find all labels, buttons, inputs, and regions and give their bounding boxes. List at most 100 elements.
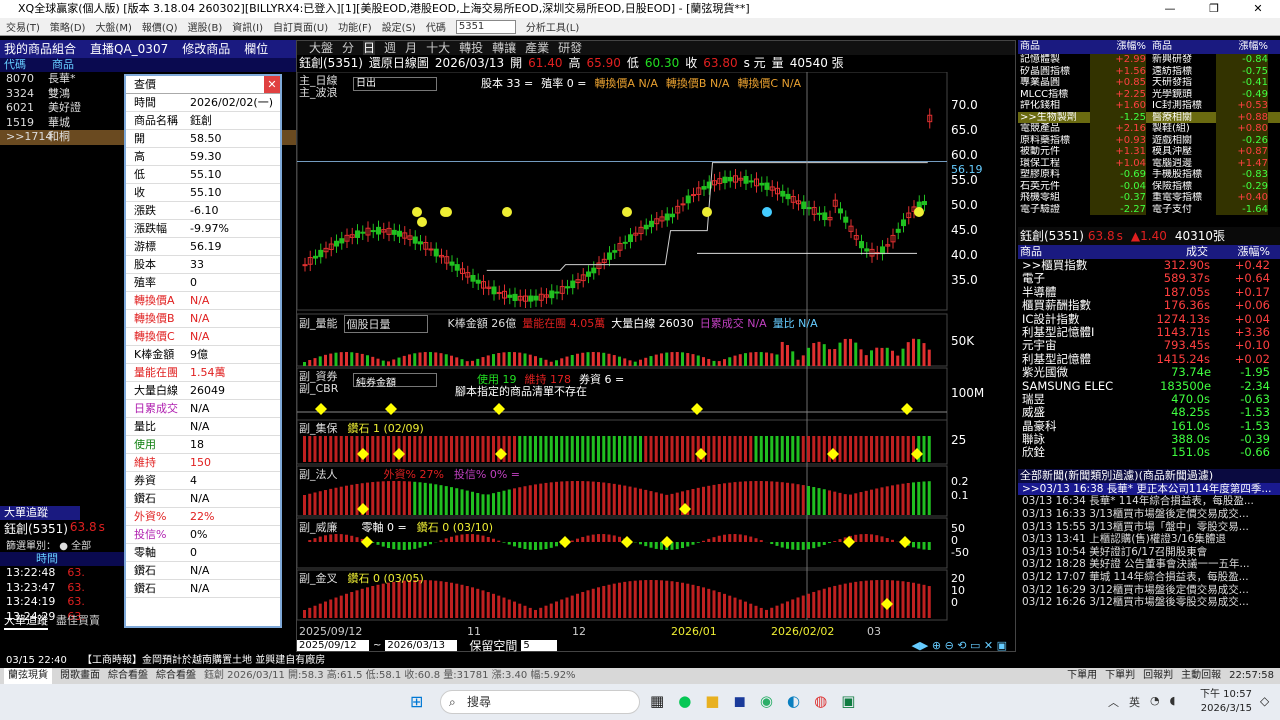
- search-box[interactable]: ⌕ 搜尋: [440, 690, 640, 714]
- sector-row[interactable]: SAMSUNG ELEC 183500 e -2.34: [1018, 379, 1280, 393]
- quote-row[interactable]: 塑膠原料 -0.69 手機股指標 -0.83: [1018, 169, 1280, 181]
- quote-row[interactable]: 原料藥指標 +0.93 遊戲相關 -0.26: [1018, 134, 1280, 146]
- sector-row[interactable]: 利基型記憶體I 1143.71 s +3.36: [1018, 325, 1280, 339]
- portfolio-selector[interactable]: 直播QA_0307: [90, 40, 168, 58]
- columns-button[interactable]: 欄位: [244, 40, 268, 58]
- sector-row[interactable]: 欣銓 151.0 s -0.66: [1018, 446, 1280, 460]
- news-item[interactable]: 03/12 18:28 美好證 公告董事會決議一一五年...: [1018, 558, 1280, 571]
- quote-row[interactable]: 專業晶圓 +0.85 天研發指 -0.41: [1018, 77, 1280, 89]
- maximize-button[interactable]: ❐: [1192, 0, 1236, 18]
- active-report-button[interactable]: 主動回報: [1181, 668, 1221, 684]
- menu-info[interactable]: 資訊(I): [232, 19, 263, 34]
- margin-select[interactable]: 純券金額: [353, 373, 437, 389]
- sector-row[interactable]: IC設計指數 1274.13 s +0.04: [1018, 312, 1280, 326]
- sector-row[interactable]: 聯詠 388.0 s -0.39: [1018, 432, 1280, 446]
- period-select[interactable]: 日出: [353, 77, 437, 91]
- quote-row[interactable]: 飛機零組 -0.37 重電零指標 +0.40: [1018, 192, 1280, 204]
- tab-week[interactable]: 週: [384, 41, 396, 55]
- chart-canvas[interactable]: [297, 72, 1015, 652]
- tab-day[interactable]: 日: [363, 41, 376, 55]
- tab-invest[interactable]: 轉投: [459, 41, 483, 55]
- sector-row[interactable]: >>櫃買指數 312.90 s +0.42: [1018, 258, 1280, 272]
- tab-industry[interactable]: 產業: [525, 41, 549, 55]
- sector-row[interactable]: 櫃買薪酬指數 176.36 s +0.06: [1018, 298, 1280, 312]
- chevron-up-icon[interactable]: ︿: [1108, 694, 1119, 710]
- sector-row[interactable]: 半導體 187.05 s +0.17: [1018, 285, 1280, 299]
- news-item[interactable]: 03/12 16:29 3/12櫃買市場盤後定價交易成交...: [1018, 584, 1280, 597]
- news-item[interactable]: 03/13 16:34 長華* 114年綜合損益表，每股盈...: [1018, 495, 1280, 508]
- close-icon[interactable]: ✕: [264, 76, 280, 93]
- excel-icon[interactable]: ▣: [841, 692, 855, 710]
- quote-row[interactable]: >>生物製劑 -1.25 醫療相關 +0.88: [1018, 111, 1280, 123]
- news-ticker[interactable]: 03/15 22:40 【工商時報】金岡預計於越南購置土地 並興建自有廠房: [0, 654, 1280, 668]
- symbol-input[interactable]: 5351: [455, 19, 516, 34]
- news-item[interactable]: 03/13 16:33 3/13櫃買市場盤後定價交易成交...: [1018, 508, 1280, 521]
- menu-custom[interactable]: 自訂頁面(U): [273, 19, 328, 34]
- sector-row[interactable]: 晶豪科 161.0 s -1.53: [1018, 419, 1280, 433]
- quote-row[interactable]: 石英元件 -0.04 保險指標 -0.29: [1018, 180, 1280, 192]
- tab-big-order[interactable]: 大單追蹤: [4, 612, 48, 630]
- quote-row[interactable]: 環保工程 +1.04 電腦週邊 +1.47: [1018, 157, 1280, 169]
- notification-icon[interactable]: ◇: [1260, 694, 1269, 708]
- tab-index[interactable]: 大盤: [309, 41, 333, 55]
- news-item[interactable]: 03/13 13:41 上櫃認購(售)權證3/16集體退: [1018, 533, 1280, 546]
- order-button[interactable]: 下單用: [1067, 668, 1097, 684]
- sector-row[interactable]: 元宇宙 793.45 s +0.10: [1018, 338, 1280, 352]
- page-tab[interactable]: 綜合看盤: [156, 668, 196, 684]
- menu-strategy[interactable]: 策略(D): [50, 19, 86, 34]
- menu-trade[interactable]: 交易(T): [6, 19, 40, 34]
- sector-row[interactable]: 電子 589.37 s +0.64: [1018, 271, 1280, 285]
- page-tab[interactable]: 蘭弦現貨: [4, 668, 52, 684]
- folder-icon[interactable]: ■: [705, 692, 719, 710]
- quote-row[interactable]: MLCC指標 +2.25 光學鏡頭 -0.49: [1018, 88, 1280, 100]
- news-item[interactable]: 03/13 15:55 3/13櫃買市場「盤中」零股交易...: [1018, 521, 1280, 534]
- menu-market[interactable]: 大盤(M): [95, 19, 131, 34]
- quote-row[interactable]: 記憶體製 +2.99 新興研發 -0.84: [1018, 54, 1280, 66]
- menu-function[interactable]: 功能(F): [338, 19, 372, 34]
- to-date[interactable]: 2026/03/13: [385, 639, 458, 651]
- report-button[interactable]: 回報判: [1143, 668, 1173, 684]
- ime-indicator[interactable]: 英: [1129, 694, 1140, 710]
- xq-app-icon[interactable]: ◼: [733, 692, 745, 710]
- page-tab[interactable]: 閱歌畫面: [60, 668, 100, 684]
- news-item[interactable]: 03/12 17:07 華城 114年綜合損益表，每股盈...: [1018, 571, 1280, 584]
- tab-transfer[interactable]: 轉讓: [492, 41, 516, 55]
- file-explorer-icon[interactable]: ▦: [650, 692, 664, 710]
- zoom-controls-icon[interactable]: ◀▶ ⊕ ⊖ ⟲ ▭ ✕ ▣: [911, 639, 1015, 652]
- line-app-icon[interactable]: ●: [678, 692, 691, 710]
- minimize-button[interactable]: —: [1148, 0, 1192, 18]
- quote-row[interactable]: 電競產品 +2.16 製鞋(組) +0.80: [1018, 123, 1280, 135]
- sector-row[interactable]: 威盛 48.25 s -1.53: [1018, 405, 1280, 419]
- from-date[interactable]: 2025/09/12: [297, 639, 369, 651]
- windows-start-icon[interactable]: ⊞: [410, 692, 423, 711]
- news-item[interactable]: 03/12 16:26 3/12櫃買市場盤後零股交易成交...: [1018, 596, 1280, 609]
- quote-row[interactable]: 矽晶圓指標 +1.56 遠紡指標 -0.75: [1018, 65, 1280, 77]
- volume-icon[interactable]: ◖: [1170, 694, 1176, 710]
- tab-best-bid[interactable]: 盡佳買賣: [56, 612, 100, 630]
- quote-row[interactable]: 電子驗證 -2.27 電子支付 -1.64: [1018, 203, 1280, 215]
- chrome-icon[interactable]: ◍: [814, 692, 827, 710]
- menu-tools[interactable]: 分析工具(L): [526, 19, 579, 34]
- edit-items-button[interactable]: 修改商品: [182, 40, 230, 58]
- sector-row[interactable]: 瑞昱 470.0 s -0.63: [1018, 392, 1280, 406]
- close-button[interactable]: ✕: [1236, 0, 1280, 18]
- tab-rnd[interactable]: 研發: [558, 41, 582, 55]
- order-judge-button[interactable]: 下單判: [1105, 668, 1135, 684]
- quote-row[interactable]: 被動元件 +1.31 模具沖壓 +0.87: [1018, 146, 1280, 158]
- tab-minute[interactable]: 分: [342, 41, 354, 55]
- menu-settings[interactable]: 設定(S): [382, 19, 416, 34]
- network-icon[interactable]: ◔: [1150, 694, 1160, 710]
- wechat-icon[interactable]: ◉: [760, 692, 773, 710]
- portfolio-title[interactable]: 我的商品組合: [4, 40, 76, 58]
- news-item[interactable]: >>03/13 16:38 長華* 更正本公司114年度第四季...: [1018, 482, 1280, 496]
- menu-screen[interactable]: 選股(B): [188, 19, 223, 34]
- menu-quote[interactable]: 報價(Q): [142, 19, 178, 34]
- volume-select[interactable]: 個股日量: [343, 315, 428, 333]
- keep-space-input[interactable]: 5: [521, 639, 558, 651]
- edge-icon[interactable]: ◐: [787, 692, 800, 710]
- page-tab[interactable]: 綜合看盤: [108, 668, 148, 684]
- quote-row[interactable]: 評化錢相 +1.60 IC封測指標 +0.53: [1018, 100, 1280, 112]
- sector-row[interactable]: 紫光國微 73.74 e -1.95: [1018, 365, 1280, 379]
- sector-row[interactable]: 利基型記憶體 1415.24 s +0.02: [1018, 352, 1280, 366]
- filter-all-radio[interactable]: ●: [59, 541, 68, 552]
